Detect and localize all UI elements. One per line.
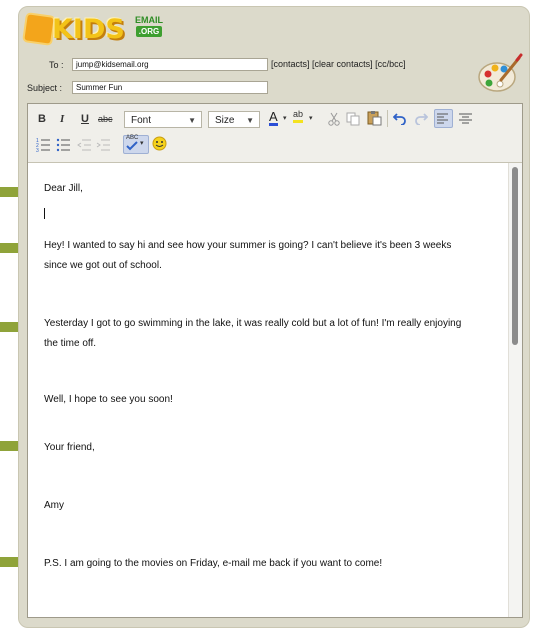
highlight-arrow-icon[interactable]: ▾ xyxy=(309,114,313,122)
undo-icon[interactable] xyxy=(393,111,407,125)
align-left-button[interactable] xyxy=(434,109,453,128)
message-greeting: Dear Jill, xyxy=(44,183,83,194)
to-field[interactable]: jump@kidsemail.org xyxy=(72,58,268,71)
strikethrough-button[interactable]: abc xyxy=(98,114,113,124)
message-paragraph-1-line-1: Hey! I wanted to say hi and see how your… xyxy=(44,240,452,251)
spell-check-button[interactable]: ABC ▾ xyxy=(123,135,149,154)
underline-button[interactable]: U xyxy=(81,113,89,125)
logo-email-text: EMAIL xyxy=(135,15,163,25)
message-scrollbar[interactable] xyxy=(508,163,522,617)
redo-icon[interactable] xyxy=(414,111,428,125)
clear-contacts-link[interactable]: [clear contacts] xyxy=(312,59,373,69)
paste-icon[interactable] xyxy=(366,110,382,126)
font-select-value: Font xyxy=(131,115,152,126)
recipient-links: [contacts] [clear contacts] [cc/bcc] xyxy=(271,59,406,69)
toolbar-divider xyxy=(387,110,388,127)
italic-button[interactable]: I xyxy=(60,113,64,125)
outdent-icon[interactable] xyxy=(77,137,92,152)
spell-check-icon xyxy=(126,141,138,151)
scrollbar-thumb[interactable] xyxy=(512,167,518,345)
size-select[interactable]: Size ▼ xyxy=(208,111,260,128)
message-body[interactable]: Dear Jill, Hey! I wanted to say hi and s… xyxy=(28,163,507,617)
message-paragraph-1-line-2: since we got out of school. xyxy=(44,260,162,271)
message-paragraph-2-line-1: Yesterday I got to go swimming in the la… xyxy=(44,318,462,329)
font-color-button[interactable]: A xyxy=(269,110,278,126)
message-editor: B I U abc Font ▼ Size ▼ A ▾ ab ▾ 1 2 3 A… xyxy=(27,103,523,618)
size-select-value: Size xyxy=(215,115,235,126)
numbered-list-icon[interactable]: 123 xyxy=(36,137,51,152)
bullet-list-icon[interactable] xyxy=(56,137,71,152)
font-dropdown-arrow-icon: ▼ xyxy=(188,116,196,125)
logo-org-text: .ORG xyxy=(135,26,163,37)
subject-field[interactable]: Summer Fun xyxy=(72,81,268,94)
palette-icon[interactable] xyxy=(477,52,523,96)
size-dropdown-arrow-icon: ▼ xyxy=(246,116,254,125)
emoticon-icon[interactable] xyxy=(152,136,167,151)
spell-check-arrow-icon: ▾ xyxy=(140,140,144,147)
message-signature: Amy xyxy=(44,500,64,511)
indent-icon[interactable] xyxy=(96,137,111,152)
svg-text:3: 3 xyxy=(36,148,39,152)
logo-side: EMAIL .ORG xyxy=(132,15,166,37)
font-color-arrow-icon[interactable]: ▾ xyxy=(283,114,287,122)
kidsemail-logo: KIDS EMAIL .ORG xyxy=(22,12,166,50)
text-cursor xyxy=(44,208,45,219)
cut-icon[interactable] xyxy=(327,112,341,126)
highlight-button[interactable]: ab xyxy=(293,109,304,123)
formatting-toolbar: B I U abc Font ▼ Size ▼ A ▾ ab ▾ 1 2 3 A… xyxy=(28,104,522,163)
to-label: To : xyxy=(49,60,64,70)
cc-bcc-link[interactable]: [cc/bcc] xyxy=(375,59,406,69)
logo-kids-text: KIDS xyxy=(52,14,125,45)
message-postscript: P.S. I am going to the movies on Friday,… xyxy=(44,558,383,569)
message-sign-off: Your friend, xyxy=(44,442,95,453)
contacts-link[interactable]: [contacts] xyxy=(271,59,310,69)
align-center-icon[interactable] xyxy=(458,110,473,125)
font-select[interactable]: Font ▼ xyxy=(124,111,202,128)
bold-button[interactable]: B xyxy=(38,113,46,125)
align-left-icon xyxy=(437,113,448,124)
message-paragraph-2-line-2: the time off. xyxy=(44,338,97,349)
copy-icon[interactable] xyxy=(346,112,360,126)
logo-badge-icon xyxy=(22,12,56,46)
message-closing-line: Well, I hope to see you soon! xyxy=(44,394,173,405)
subject-label: Subject : xyxy=(27,83,63,93)
